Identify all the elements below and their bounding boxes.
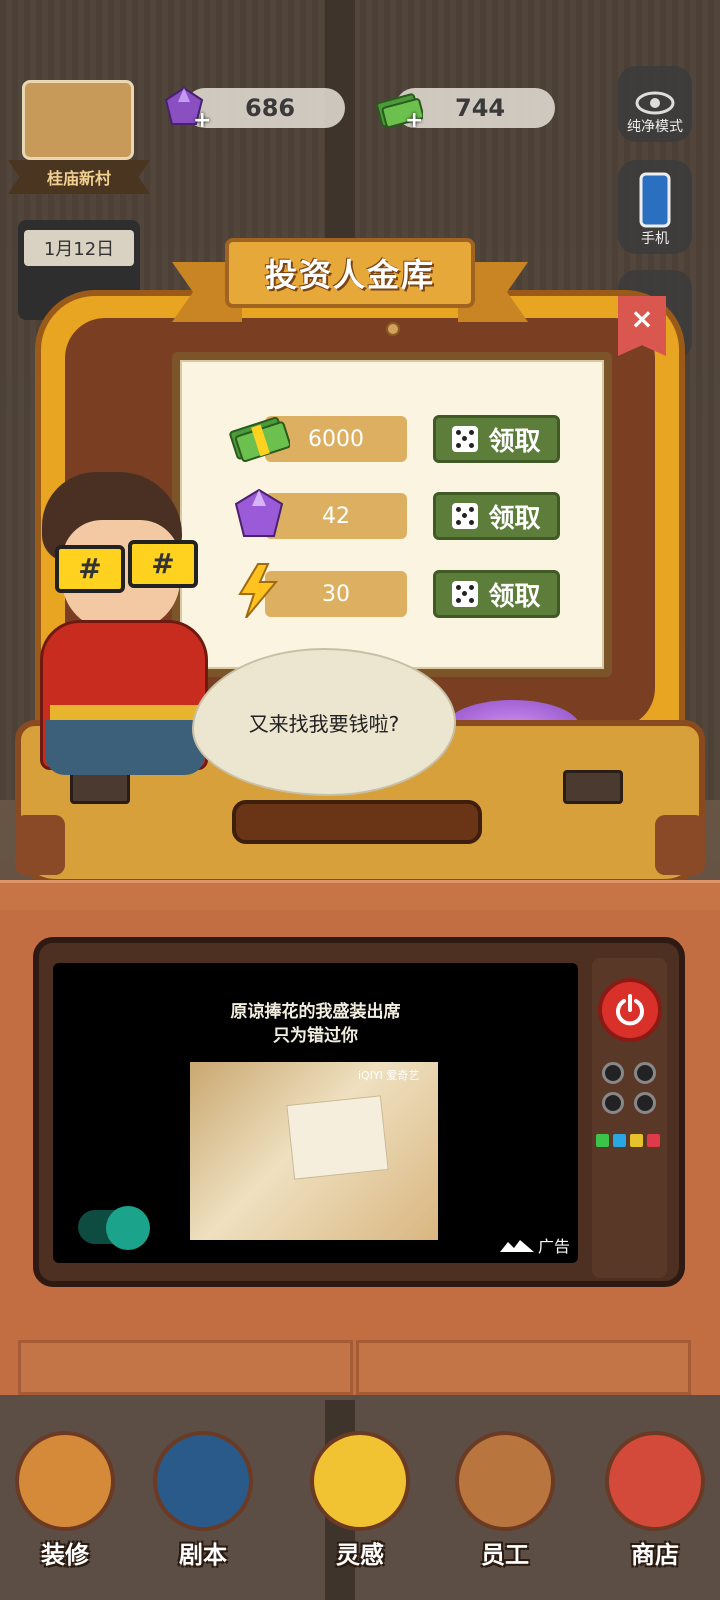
id-badge-icon [455, 1431, 555, 1531]
ad-caption-line2: 只为错过你 [273, 1026, 358, 1046]
pure-mode-label: 纯净模式 [627, 119, 683, 135]
claim-gems-button[interactable]: 领取 [433, 492, 560, 540]
suitcase-corner-right [655, 815, 705, 875]
lightning-bolt-icon [238, 563, 279, 618]
investor-skirt [45, 720, 205, 775]
nav-item-staff[interactable]: 员工 [440, 1425, 570, 1595]
tv-led-yellow [630, 1134, 643, 1147]
add-gems-icon[interactable]: + [193, 108, 211, 133]
phone-button[interactable]: 手机 [618, 160, 692, 254]
claim-label: 领取 [488, 581, 541, 612]
nav-label: 灵感 [336, 1541, 384, 1569]
suitcase-latch-right [563, 770, 623, 804]
speech-text: 又来找我要钱啦? [248, 711, 400, 736]
ad-badge-label: 广告 [538, 1237, 571, 1256]
suitcase-handle [232, 800, 482, 844]
calendar-date: 1月12日 [24, 230, 134, 266]
ad-video-card [286, 1095, 389, 1180]
house-icon [15, 1431, 115, 1531]
tv-knob[interactable] [602, 1092, 624, 1114]
dice-icon [452, 503, 479, 529]
ad-caption-line1: 原谅捧花的我盛装出席 [230, 1002, 401, 1022]
dollar-glasses-left: # [55, 545, 125, 593]
shop-thumbnail[interactable] [22, 80, 134, 160]
cash-count: 744 [455, 94, 506, 122]
eye-icon [635, 91, 675, 115]
dollar-glasses-right: # [128, 540, 198, 588]
shop-icon [605, 1431, 705, 1531]
nav-item-inspiration[interactable]: 灵感 [295, 1425, 425, 1595]
nav-item-shop[interactable]: 商店 [590, 1425, 720, 1595]
nav-label: 剧本 [179, 1541, 227, 1569]
speech-bubble: 又来找我要钱啦? [192, 648, 456, 796]
dice-icon [452, 426, 479, 452]
power-button[interactable] [598, 978, 662, 1042]
shelf-top [0, 880, 720, 910]
nav-item-decorate[interactable]: 装修 [0, 1425, 130, 1595]
tv-knob[interactable] [634, 1062, 656, 1084]
ad-badge[interactable]: 广告 [500, 1232, 576, 1258]
toggle-knob[interactable] [106, 1206, 150, 1250]
claim-label: 领取 [488, 426, 541, 457]
claim-energy-button[interactable]: 领取 [433, 570, 560, 618]
location-banner: 桂庙新村 [8, 160, 150, 194]
pure-mode-button[interactable]: 纯净模式 [618, 66, 692, 142]
nav-item-script[interactable]: 剧本 [138, 1425, 268, 1595]
mountain-logo-icon [500, 1240, 534, 1252]
tv-knob[interactable] [602, 1062, 624, 1084]
dialog-title: 投资人金库 [225, 238, 475, 308]
tv-led-green [596, 1134, 609, 1147]
tv-led-red [647, 1134, 660, 1147]
script-book-icon [153, 1431, 253, 1531]
phone-label: 手机 [641, 231, 669, 247]
nav-label: 商店 [631, 1541, 679, 1569]
tv-led-blue [613, 1134, 626, 1147]
phone-icon [639, 172, 671, 228]
paper-nail [386, 322, 400, 336]
tv-knob[interactable] [634, 1092, 656, 1114]
nav-label: 员工 [481, 1541, 529, 1569]
claim-label: 领取 [488, 503, 541, 534]
dice-icon [452, 581, 479, 607]
drawer-left [18, 1340, 353, 1395]
lightbulb-icon [310, 1431, 410, 1531]
drawer-right [356, 1340, 691, 1395]
gem-count: 686 [245, 94, 296, 122]
add-cash-icon[interactable]: + [405, 108, 423, 133]
cash-stack-icon [229, 416, 290, 462]
purple-gem-icon [234, 488, 284, 537]
ad-caption: 原谅捧花的我盛装出席 只为错过你 [53, 1000, 578, 1048]
ad-watermark: iQIYI 爱奇艺 [358, 1069, 420, 1082]
suitcase-latch-left [70, 770, 130, 804]
power-icon [616, 994, 644, 1026]
claim-cash-button[interactable]: 领取 [433, 415, 560, 463]
nav-label: 装修 [41, 1541, 89, 1569]
suitcase-corner-left [15, 815, 65, 875]
